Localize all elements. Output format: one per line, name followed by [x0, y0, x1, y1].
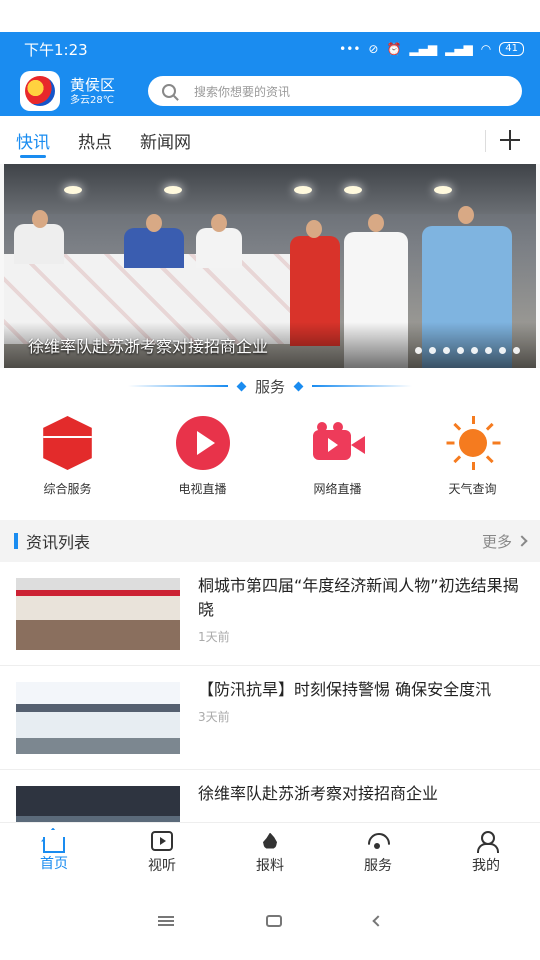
app-logo [20, 71, 60, 111]
mute-icon: ⊘ [368, 42, 379, 56]
battery-icon: 41 [499, 42, 524, 56]
status-icons: ••• ⊘ ⏰ ▂▄▆ ▂▄▆ ◠ 41 [339, 42, 524, 56]
service-general[interactable]: 综合服务 [13, 416, 123, 497]
bottom-navigation: 首页 视听 报料 服务 我的 [0, 822, 540, 882]
status-bar: 下午1:23 ••• ⊘ ⏰ ▂▄▆ ▂▄▆ ◠ 41 [0, 32, 540, 66]
banner-caption: 徐维率队赴苏浙考察对接招商企业 [4, 322, 536, 368]
news-title: 桐城市第四届“年度经济新闻人物”初选结果揭晓 [198, 576, 519, 619]
nav-mine-label: 我的 [472, 857, 500, 874]
header-row: 黄侯区 多云28℃ 搜索你想要的资讯 [0, 66, 540, 116]
more-link[interactable]: 更多 [481, 531, 528, 552]
news-time: 1天前 [198, 630, 230, 644]
signal-icon-2: ▂▄▆ [445, 42, 473, 56]
nav-service-label: 服务 [364, 857, 392, 874]
nav-report-label: 报料 [256, 857, 284, 874]
dots-icon: ••• [339, 42, 361, 56]
news-list-header: 资讯列表 更多 [0, 520, 540, 562]
news-title: 徐维率队赴苏浙考察对接招商企业 [198, 784, 439, 803]
news-thumbnail [16, 682, 180, 754]
search-placeholder: 搜索你想要的资讯 [194, 84, 291, 99]
service-weather-label: 天气查询 [448, 482, 497, 496]
list-item[interactable]: 桐城市第四届“年度经济新闻人物”初选结果揭晓 1天前 [0, 562, 540, 666]
top-spacer [0, 0, 540, 32]
channel-tabs: 快讯 热点 新闻网 [0, 116, 540, 164]
more-label: 更多 [481, 532, 512, 551]
nav-home-label: 首页 [40, 855, 68, 872]
news-time: 3天前 [198, 710, 230, 724]
home-icon [43, 836, 65, 853]
tab-divider [485, 130, 486, 152]
service-tv-live[interactable]: 电视直播 [148, 416, 258, 497]
fire-icon [259, 831, 281, 851]
service-icon [367, 831, 389, 851]
chevron-right-icon [516, 535, 528, 547]
home-button-icon[interactable] [266, 915, 282, 927]
system-navigation-bar [0, 882, 540, 960]
tab-xinwenwang[interactable]: 新闻网 [140, 116, 191, 164]
sun-icon [446, 416, 500, 470]
nav-report[interactable]: 报料 [230, 831, 310, 875]
app-header: 下午1:23 ••• ⊘ ⏰ ▂▄▆ ▂▄▆ ◠ 41 黄侯区 多云28℃ 搜索… [0, 32, 540, 116]
user-icon [475, 830, 499, 853]
services-header: 服务 [0, 374, 540, 398]
list-item[interactable]: 【防汛抗旱】时刻保持警惕 确保安全度汛 3天前 [0, 666, 540, 770]
service-general-label: 综合服务 [43, 482, 92, 496]
service-web-live[interactable]: 网络直播 [283, 416, 393, 497]
tab-kuaixun[interactable]: 快讯 [16, 116, 50, 164]
nav-media[interactable]: 视听 [122, 830, 202, 875]
nav-service[interactable]: 服务 [338, 831, 418, 875]
service-weather[interactable]: 天气查询 [418, 416, 528, 497]
location-weather[interactable]: 黄侯区 多云28℃ [70, 76, 144, 107]
news-list-title: 资讯列表 [26, 533, 91, 552]
service-tv-live-label: 电视直播 [178, 482, 227, 496]
tv-icon [151, 830, 173, 851]
menu-icon[interactable] [158, 916, 174, 926]
search-input[interactable]: 搜索你想要的资讯 [148, 76, 522, 106]
news-thumbnail [16, 578, 180, 650]
services-title: 服务 [254, 377, 285, 396]
services-section: 服务 综合服务 电视直播 网络直播 天气查询 [0, 368, 540, 520]
district-label: 黄侯区 [70, 75, 116, 94]
back-icon[interactable] [372, 915, 384, 927]
tab-redian[interactable]: 热点 [78, 116, 112, 164]
add-channel-icon[interactable] [498, 128, 522, 152]
news-title: 【防汛抗旱】时刻保持警惕 确保安全度汛 [198, 680, 492, 699]
banner-caption-text: 徐维率队赴苏浙考察对接招商企业 [28, 337, 269, 356]
play-circle-icon [175, 416, 230, 470]
nav-mine[interactable]: 我的 [446, 830, 526, 875]
wifi-icon: ◠ [480, 42, 492, 56]
status-time: 下午1:23 [24, 40, 88, 59]
banner-image-ceiling [4, 164, 536, 214]
weather-label: 多云28℃ [70, 94, 114, 106]
signal-icon: ▂▄▆ [409, 42, 438, 56]
services-grid: 综合服务 电视直播 网络直播 天气查询 [0, 398, 540, 497]
cube-icon [43, 416, 92, 470]
search-icon [162, 84, 176, 98]
service-web-live-label: 网络直播 [313, 482, 362, 496]
banner-indicator [415, 347, 520, 354]
alarm-icon: ⏰ [386, 42, 402, 56]
nav-home[interactable]: 首页 [14, 833, 94, 873]
video-camera-icon [311, 416, 365, 470]
nav-media-label: 视听 [148, 857, 176, 874]
banner-carousel[interactable]: 徐维率队赴苏浙考察对接招商企业 [4, 164, 536, 368]
